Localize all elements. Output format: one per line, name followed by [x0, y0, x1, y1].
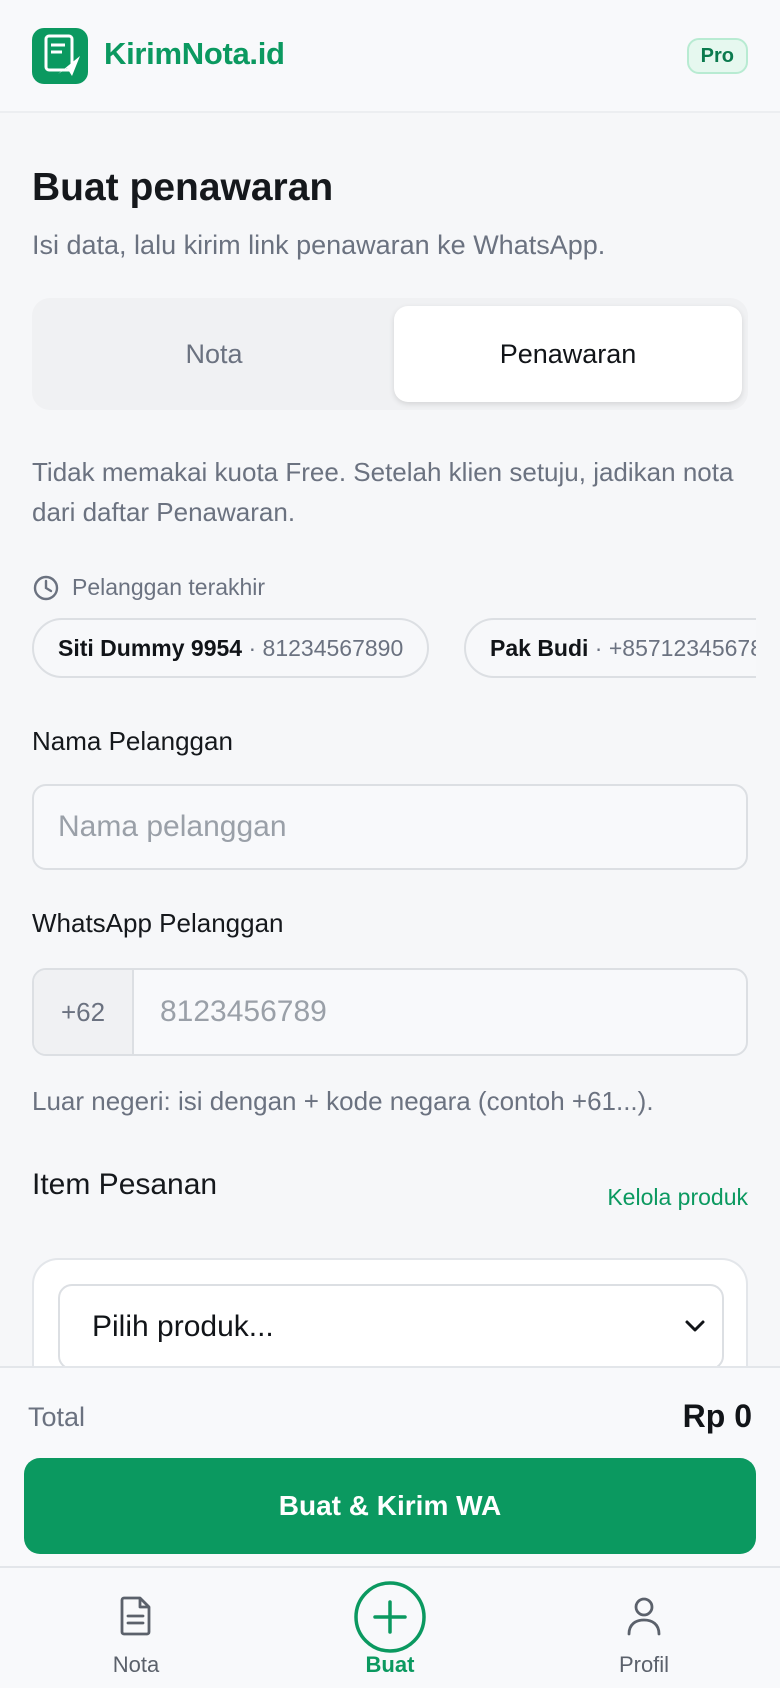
- customer-name-input[interactable]: [32, 784, 748, 870]
- customer-whatsapp-label: WhatsApp Pelanggan: [32, 908, 284, 938]
- chip-customer-phone: · 81234567890: [242, 635, 404, 661]
- type-segmented-control: Nota Penawaran: [32, 298, 748, 410]
- chip-customer-name: Siti Dummy 9954: [58, 635, 243, 661]
- nav-item-nota[interactable]: Nota: [36, 1568, 236, 1688]
- plan-badge: Pro: [686, 38, 748, 74]
- quota-note: Tidak memakai kuota Free. Setelah klien …: [32, 457, 734, 527]
- country-code-prefix: +62: [34, 970, 134, 1054]
- user-icon: [627, 1597, 661, 1636]
- whatsapp-field: +62: [32, 968, 748, 1056]
- brand-name: KirimNota.id: [104, 36, 285, 71]
- nav-label-buat: Buat: [365, 1652, 415, 1677]
- recent-customer-chips: Siti Dummy 9954 · 81234567890 Pak Budi ·…: [32, 618, 756, 680]
- recent-customer-chip[interactable]: Siti Dummy 9954 · 81234567890: [32, 618, 430, 678]
- nav-item-profil[interactable]: Profil: [544, 1568, 744, 1688]
- tab-nota[interactable]: Nota: [40, 306, 388, 402]
- total-bar: Total Rp 0 Buat & Kirim WA: [0, 1366, 780, 1566]
- total-value: Rp 0: [682, 1398, 752, 1434]
- logo-icon: [32, 28, 88, 84]
- page-title: Buat penawaran: [32, 166, 334, 209]
- plus-circle-icon: [354, 1581, 426, 1653]
- chip-customer-name: Pak Budi: [490, 635, 589, 661]
- product-select[interactable]: Pilih produk...: [58, 1284, 724, 1370]
- bottom-navigation: Nota Buat Profil: [0, 1566, 780, 1688]
- manage-products-link[interactable]: Kelola produk: [607, 1184, 748, 1211]
- order-items-title: Item Pesanan: [32, 1168, 218, 1201]
- create-send-wa-button[interactable]: Buat & Kirim WA: [24, 1458, 756, 1554]
- phone-hint: Luar negeri: isi dengan + kode negara (c…: [32, 1086, 654, 1116]
- nav-label-profil: Profil: [618, 1652, 670, 1677]
- order-items-card: Pilih produk...: [32, 1258, 748, 1378]
- chip-customer-phone: · +85712345678: [588, 635, 756, 661]
- page-subtitle: Isi data, lalu kirim link penawaran ke W…: [32, 230, 606, 260]
- customer-name-label: Nama Pelanggan: [32, 726, 233, 756]
- total-label: Total: [28, 1402, 86, 1432]
- document-icon: [120, 1596, 151, 1636]
- nav-label-nota: Nota: [112, 1652, 160, 1677]
- chevron-down-icon: [685, 1320, 705, 1332]
- tab-penawaran[interactable]: Penawaran: [394, 306, 742, 402]
- recent-customers-text: Pelanggan terakhir: [72, 574, 266, 600]
- nav-item-buat[interactable]: Buat: [290, 1568, 490, 1688]
- product-select-value: Pilih produk...: [92, 1310, 274, 1343]
- clock-icon: [33, 575, 59, 601]
- whatsapp-number-input[interactable]: [136, 970, 746, 1054]
- recent-customer-chip[interactable]: Pak Budi · +85712345678: [464, 618, 756, 678]
- app-header: KirimNota.id Pro: [0, 0, 780, 113]
